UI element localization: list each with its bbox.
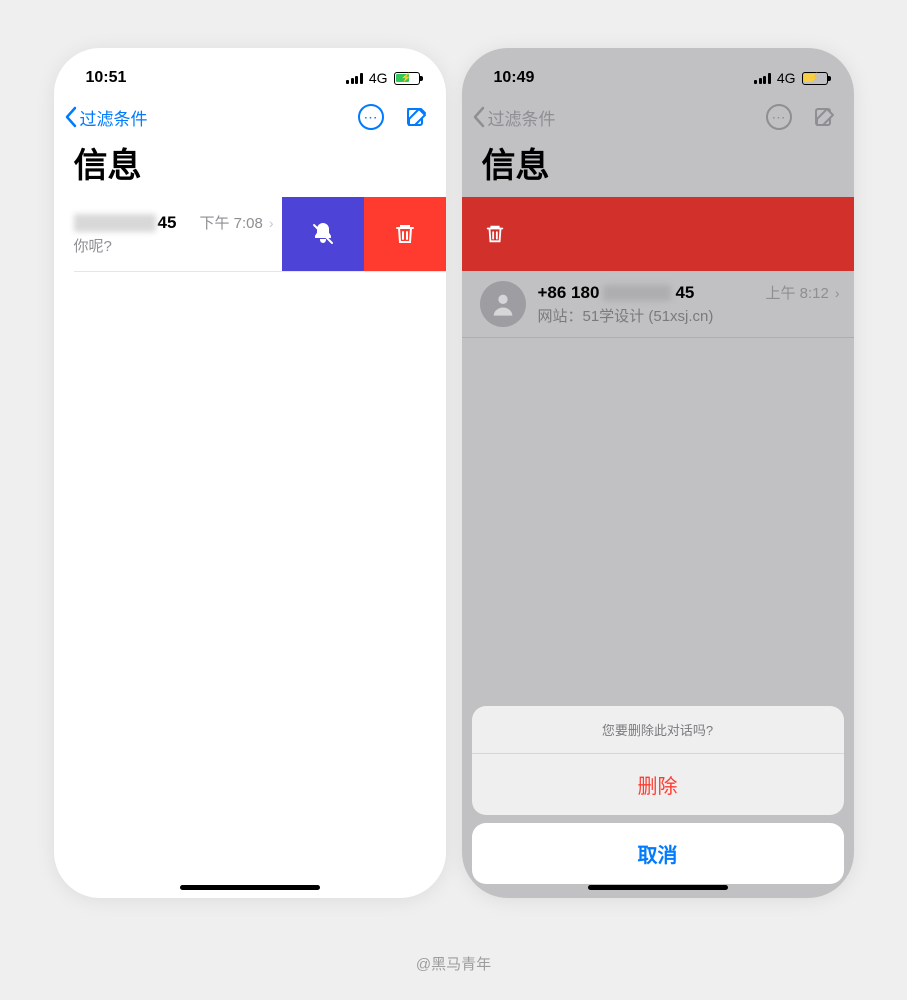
chevron-right-icon: › — [269, 215, 274, 231]
nav-bar: 过滤条件 ⋯ — [54, 98, 446, 134]
nav-actions: ⋯ — [766, 104, 838, 130]
chevron-left-icon — [472, 106, 486, 128]
bell-slash-icon — [311, 222, 335, 246]
status-bar: 10:51 4G ⚡ — [54, 58, 446, 98]
swipe-mute-button[interactable] — [282, 197, 364, 271]
person-icon — [489, 290, 517, 318]
status-bar: 10:49 4G ⚡ — [462, 58, 854, 98]
chevron-right-icon: › — [835, 285, 840, 301]
compose-button[interactable] — [404, 104, 430, 130]
network-label: 4G — [777, 70, 796, 86]
battery-icon: ⚡ — [802, 72, 828, 85]
action-sheet: 您要删除此对话吗? 删除 取消 — [462, 706, 854, 898]
page-title: 信息 — [54, 134, 446, 197]
redacted-text — [74, 214, 156, 232]
back-button[interactable]: 过滤条件 — [472, 105, 556, 130]
credit-text: @黑马青年 — [416, 953, 491, 974]
trash-icon — [393, 222, 417, 246]
phone-left: 10:51 4G ⚡ 过滤条件 ⋯ 信息 — [54, 48, 446, 898]
status-time: 10:51 — [86, 69, 127, 87]
delete-banner[interactable] — [462, 197, 854, 271]
compose-icon — [813, 105, 837, 129]
page-title: 信息 — [462, 134, 854, 197]
chevron-left-icon — [64, 106, 78, 128]
home-indicator[interactable] — [180, 885, 320, 890]
compose-button[interactable] — [812, 104, 838, 130]
signal-icon — [754, 72, 771, 84]
sheet-delete-button[interactable]: 删除 — [472, 754, 844, 815]
status-time: 10:49 — [494, 69, 535, 87]
avatar — [480, 281, 526, 327]
message-preview: 网站：51学设计 (51xsj.cn) — [538, 305, 840, 326]
message-row[interactable]: +86 180 45 上午 8:12 › 网站：51学设计 (51xsj.cn) — [462, 271, 854, 338]
trash-icon — [484, 223, 506, 245]
sheet-cancel-button[interactable]: 取消 — [472, 823, 844, 884]
sheet-title: 您要删除此对话吗? — [472, 706, 844, 754]
redacted-text — [603, 285, 671, 301]
more-button[interactable]: ⋯ — [358, 104, 384, 130]
back-label: 过滤条件 — [488, 105, 556, 130]
swipe-delete-button[interactable] — [364, 197, 446, 271]
message-time: 下午 7:08 — [199, 212, 262, 233]
more-button[interactable]: ⋯ — [766, 104, 792, 130]
message-sender: +86 180 45 — [538, 283, 695, 303]
battery-icon: ⚡ — [394, 72, 420, 85]
home-indicator[interactable] — [588, 885, 728, 890]
message-time: 上午 8:12 — [765, 282, 828, 303]
message-content[interactable]: 45 下午 7:08 › 你呢? — [54, 197, 282, 271]
message-sender: 45 — [74, 213, 177, 233]
back-label: 过滤条件 — [80, 105, 148, 130]
nav-bar: 过滤条件 ⋯ — [462, 98, 854, 134]
status-indicators: 4G ⚡ — [754, 70, 827, 86]
status-indicators: 4G ⚡ — [346, 70, 419, 86]
compose-icon — [405, 105, 429, 129]
back-button[interactable]: 过滤条件 — [64, 105, 148, 130]
signal-icon — [346, 72, 363, 84]
nav-actions: ⋯ — [358, 104, 430, 130]
row-divider — [74, 271, 446, 272]
message-row-swiped[interactable]: 45 下午 7:08 › 你呢? — [54, 197, 446, 271]
message-preview: 你呢? — [74, 235, 274, 256]
network-label: 4G — [369, 70, 388, 86]
phone-right: 10:49 4G ⚡ 过滤条件 ⋯ 信息 — [462, 48, 854, 898]
